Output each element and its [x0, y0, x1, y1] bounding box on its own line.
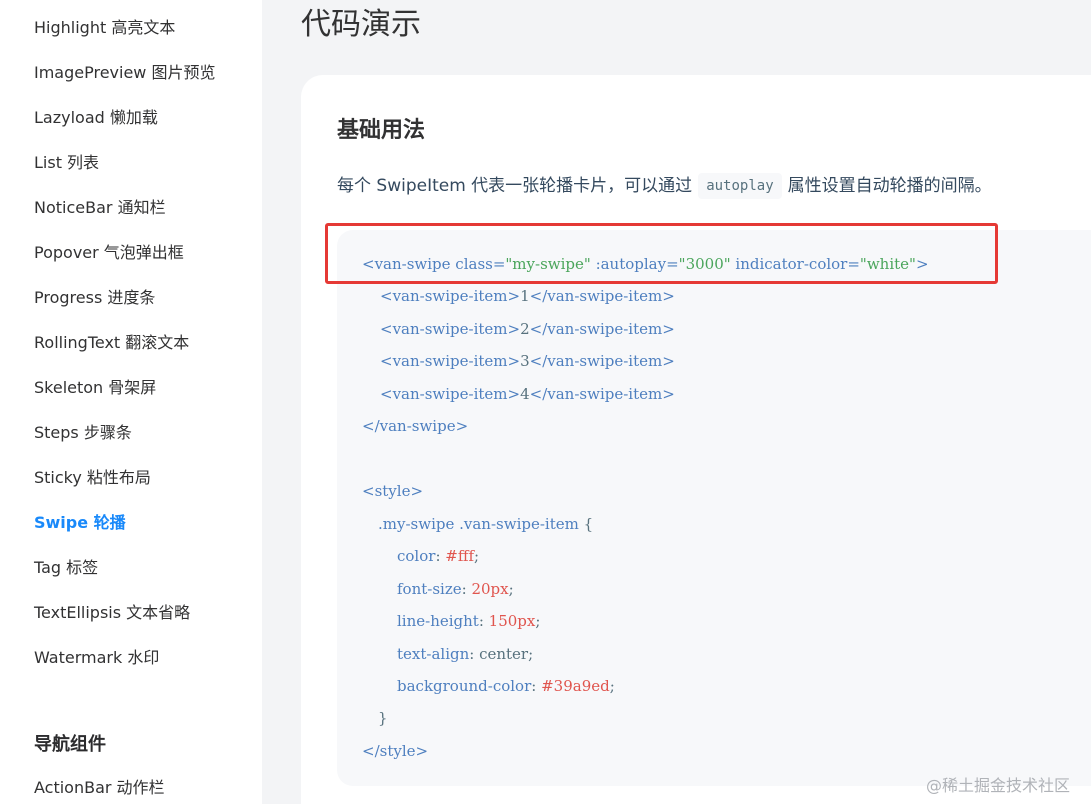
sidebar-group-title: 导航组件 — [34, 734, 106, 755]
sidebar-item-highlight[interactable]: Highlight 高亮文本 — [34, 17, 175, 39]
code-line-css-prop: color: #fff; — [397, 547, 480, 565]
sidebar-item-watermark[interactable]: Watermark 水印 — [34, 647, 159, 669]
sidebar-item-actionbar[interactable]: ActionBar 动作栏 — [34, 777, 165, 799]
code-line-swipe-item: <van-swipe-item>1</van-swipe-item> — [380, 287, 675, 305]
code-line-swipe-item: <van-swipe-item>4</van-swipe-item> — [380, 385, 675, 403]
sidebar-item-rollingtext[interactable]: RollingText 翻滚文本 — [34, 332, 189, 354]
sidebar-item-noticebar[interactable]: NoticeBar 通知栏 — [34, 197, 166, 219]
code-line-selector: .my-swipe .van-swipe-item { — [378, 515, 594, 533]
code-line-brace-close: } — [378, 709, 388, 727]
code-block — [337, 230, 1091, 786]
sidebar-item-swipe[interactable]: Swipe 轮播 — [34, 512, 126, 534]
code-line-css-prop: background-color: #39a9ed; — [397, 677, 615, 695]
code-line-swipe-item: <van-swipe-item>3</van-swipe-item> — [380, 352, 675, 370]
page-title: 代码演示 — [301, 7, 421, 42]
sidebar-nav: Highlight 高亮文本 ImagePreview 图片预览 Lazyloa… — [0, 0, 262, 804]
sidebar-item-textellipsis[interactable]: TextEllipsis 文本省略 — [34, 602, 190, 624]
sidebar-item-tag[interactable]: Tag 标签 — [34, 557, 98, 579]
watermark-text: @稀土掘金技术社区 — [926, 776, 1071, 795]
description-text-before: 每个 SwipeItem 代表一张轮播卡片，可以通过 — [337, 176, 693, 196]
code-line-style-close: </style> — [362, 742, 429, 760]
sidebar-item-steps[interactable]: Steps 步骤条 — [34, 422, 132, 444]
section-title: 基础用法 — [337, 118, 426, 143]
code-line-css-prop: text-align: center; — [397, 645, 534, 663]
sidebar-item-popover[interactable]: Popover 气泡弹出框 — [34, 242, 184, 264]
sidebar-item-list[interactable]: List 列表 — [34, 152, 99, 174]
code-line-css-prop: line-height: 150px; — [397, 612, 541, 630]
sidebar-item-progress[interactable]: Progress 进度条 — [34, 287, 155, 309]
code-line-css-prop: font-size: 20px; — [397, 580, 514, 598]
code-line-style-open: <style> — [362, 482, 424, 500]
sidebar-item-lazyload[interactable]: Lazyload 懒加载 — [34, 107, 158, 129]
sidebar-item-sticky[interactable]: Sticky 粘性布局 — [34, 467, 151, 489]
inline-code-autoplay: autoplay — [698, 173, 782, 199]
highlight-annotation-box — [325, 223, 998, 284]
sidebar-item-skeleton[interactable]: Skeleton 骨架屏 — [34, 377, 156, 399]
section-description: 每个 SwipeItem 代表一张轮播卡片，可以通过 autoplay 属性设置自动… — [337, 172, 992, 200]
code-line-swipe-item: <van-swipe-item>2</van-swipe-item> — [380, 320, 675, 338]
description-text-after: 属性设置自动轮播的间隔。 — [787, 176, 992, 196]
code-line-swipe-close: </van-swipe> — [362, 417, 469, 435]
sidebar-item-imagepreview[interactable]: ImagePreview 图片预览 — [34, 62, 215, 84]
